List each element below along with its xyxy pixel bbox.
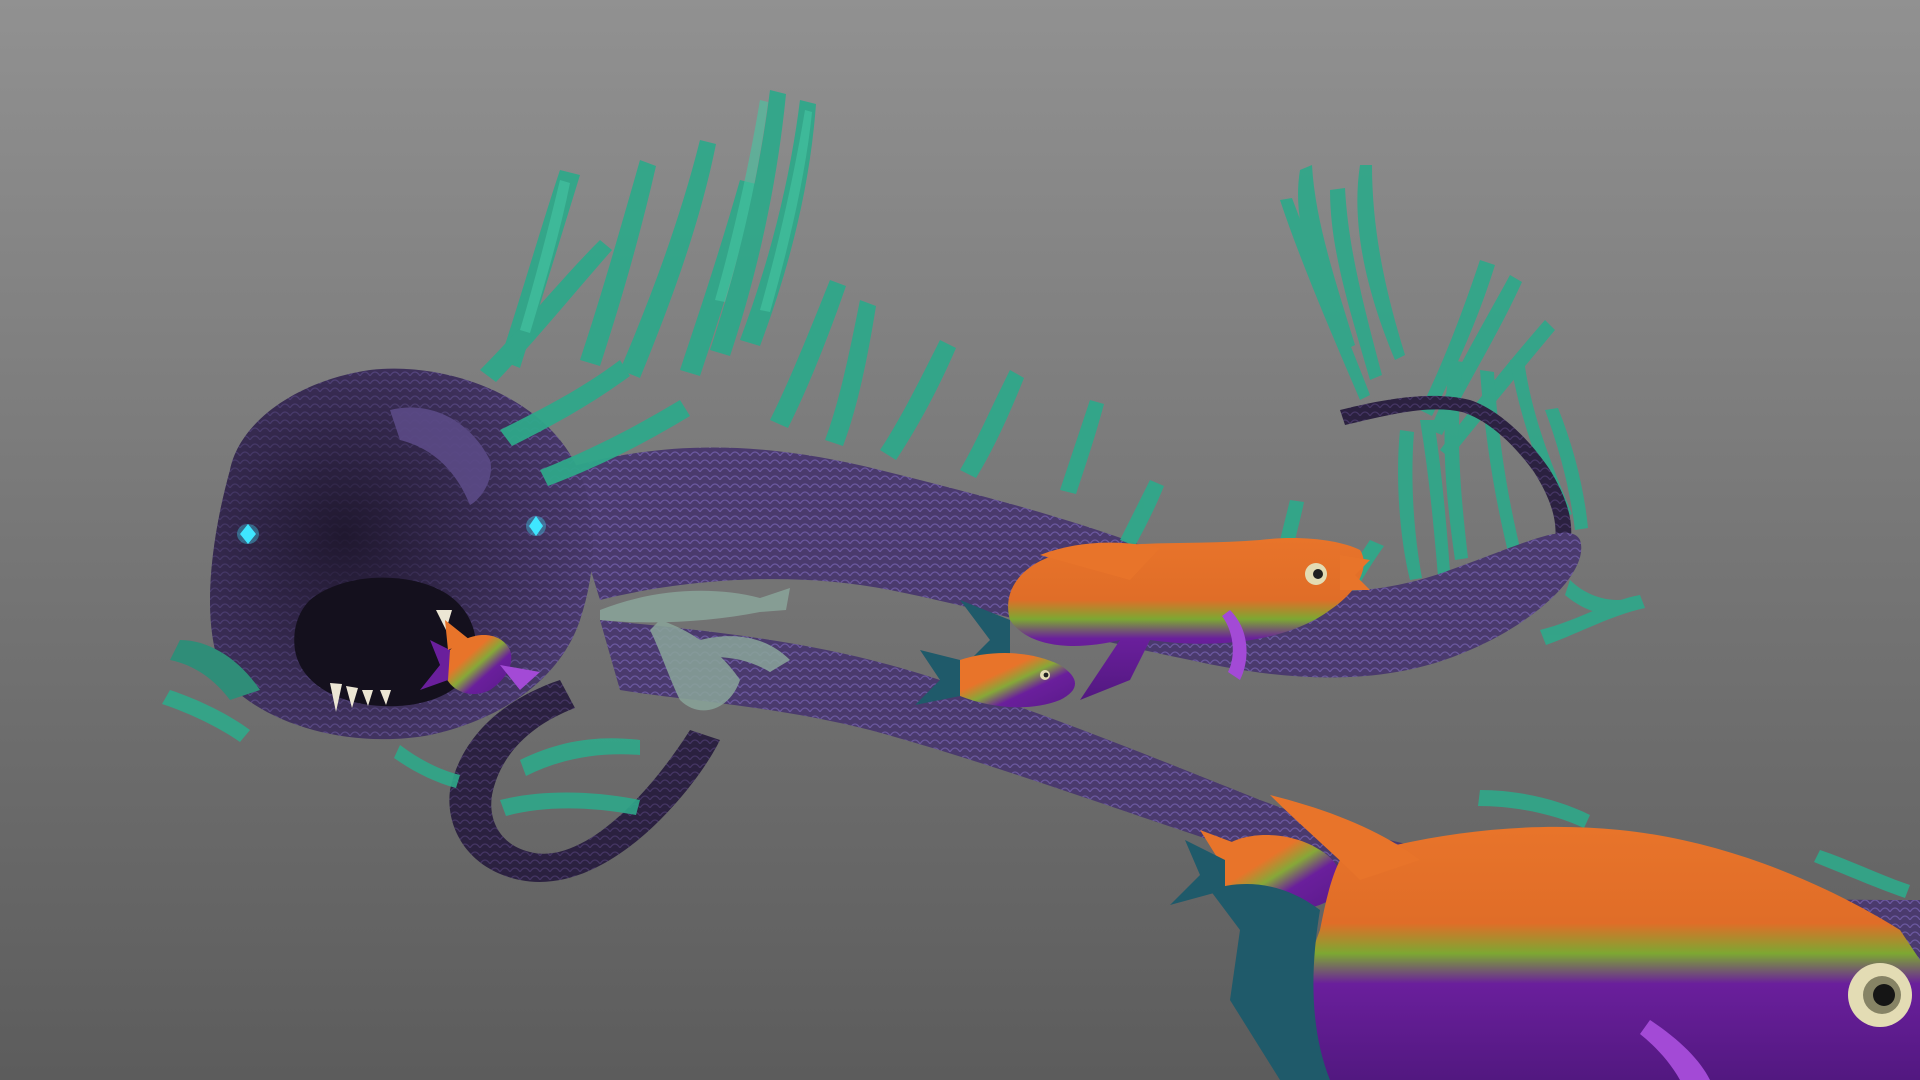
scene-viewport	[0, 0, 1920, 1080]
serpent-eye-right	[526, 516, 546, 536]
serpent-eye-left	[237, 524, 259, 544]
underwater-scene	[0, 0, 1920, 1080]
